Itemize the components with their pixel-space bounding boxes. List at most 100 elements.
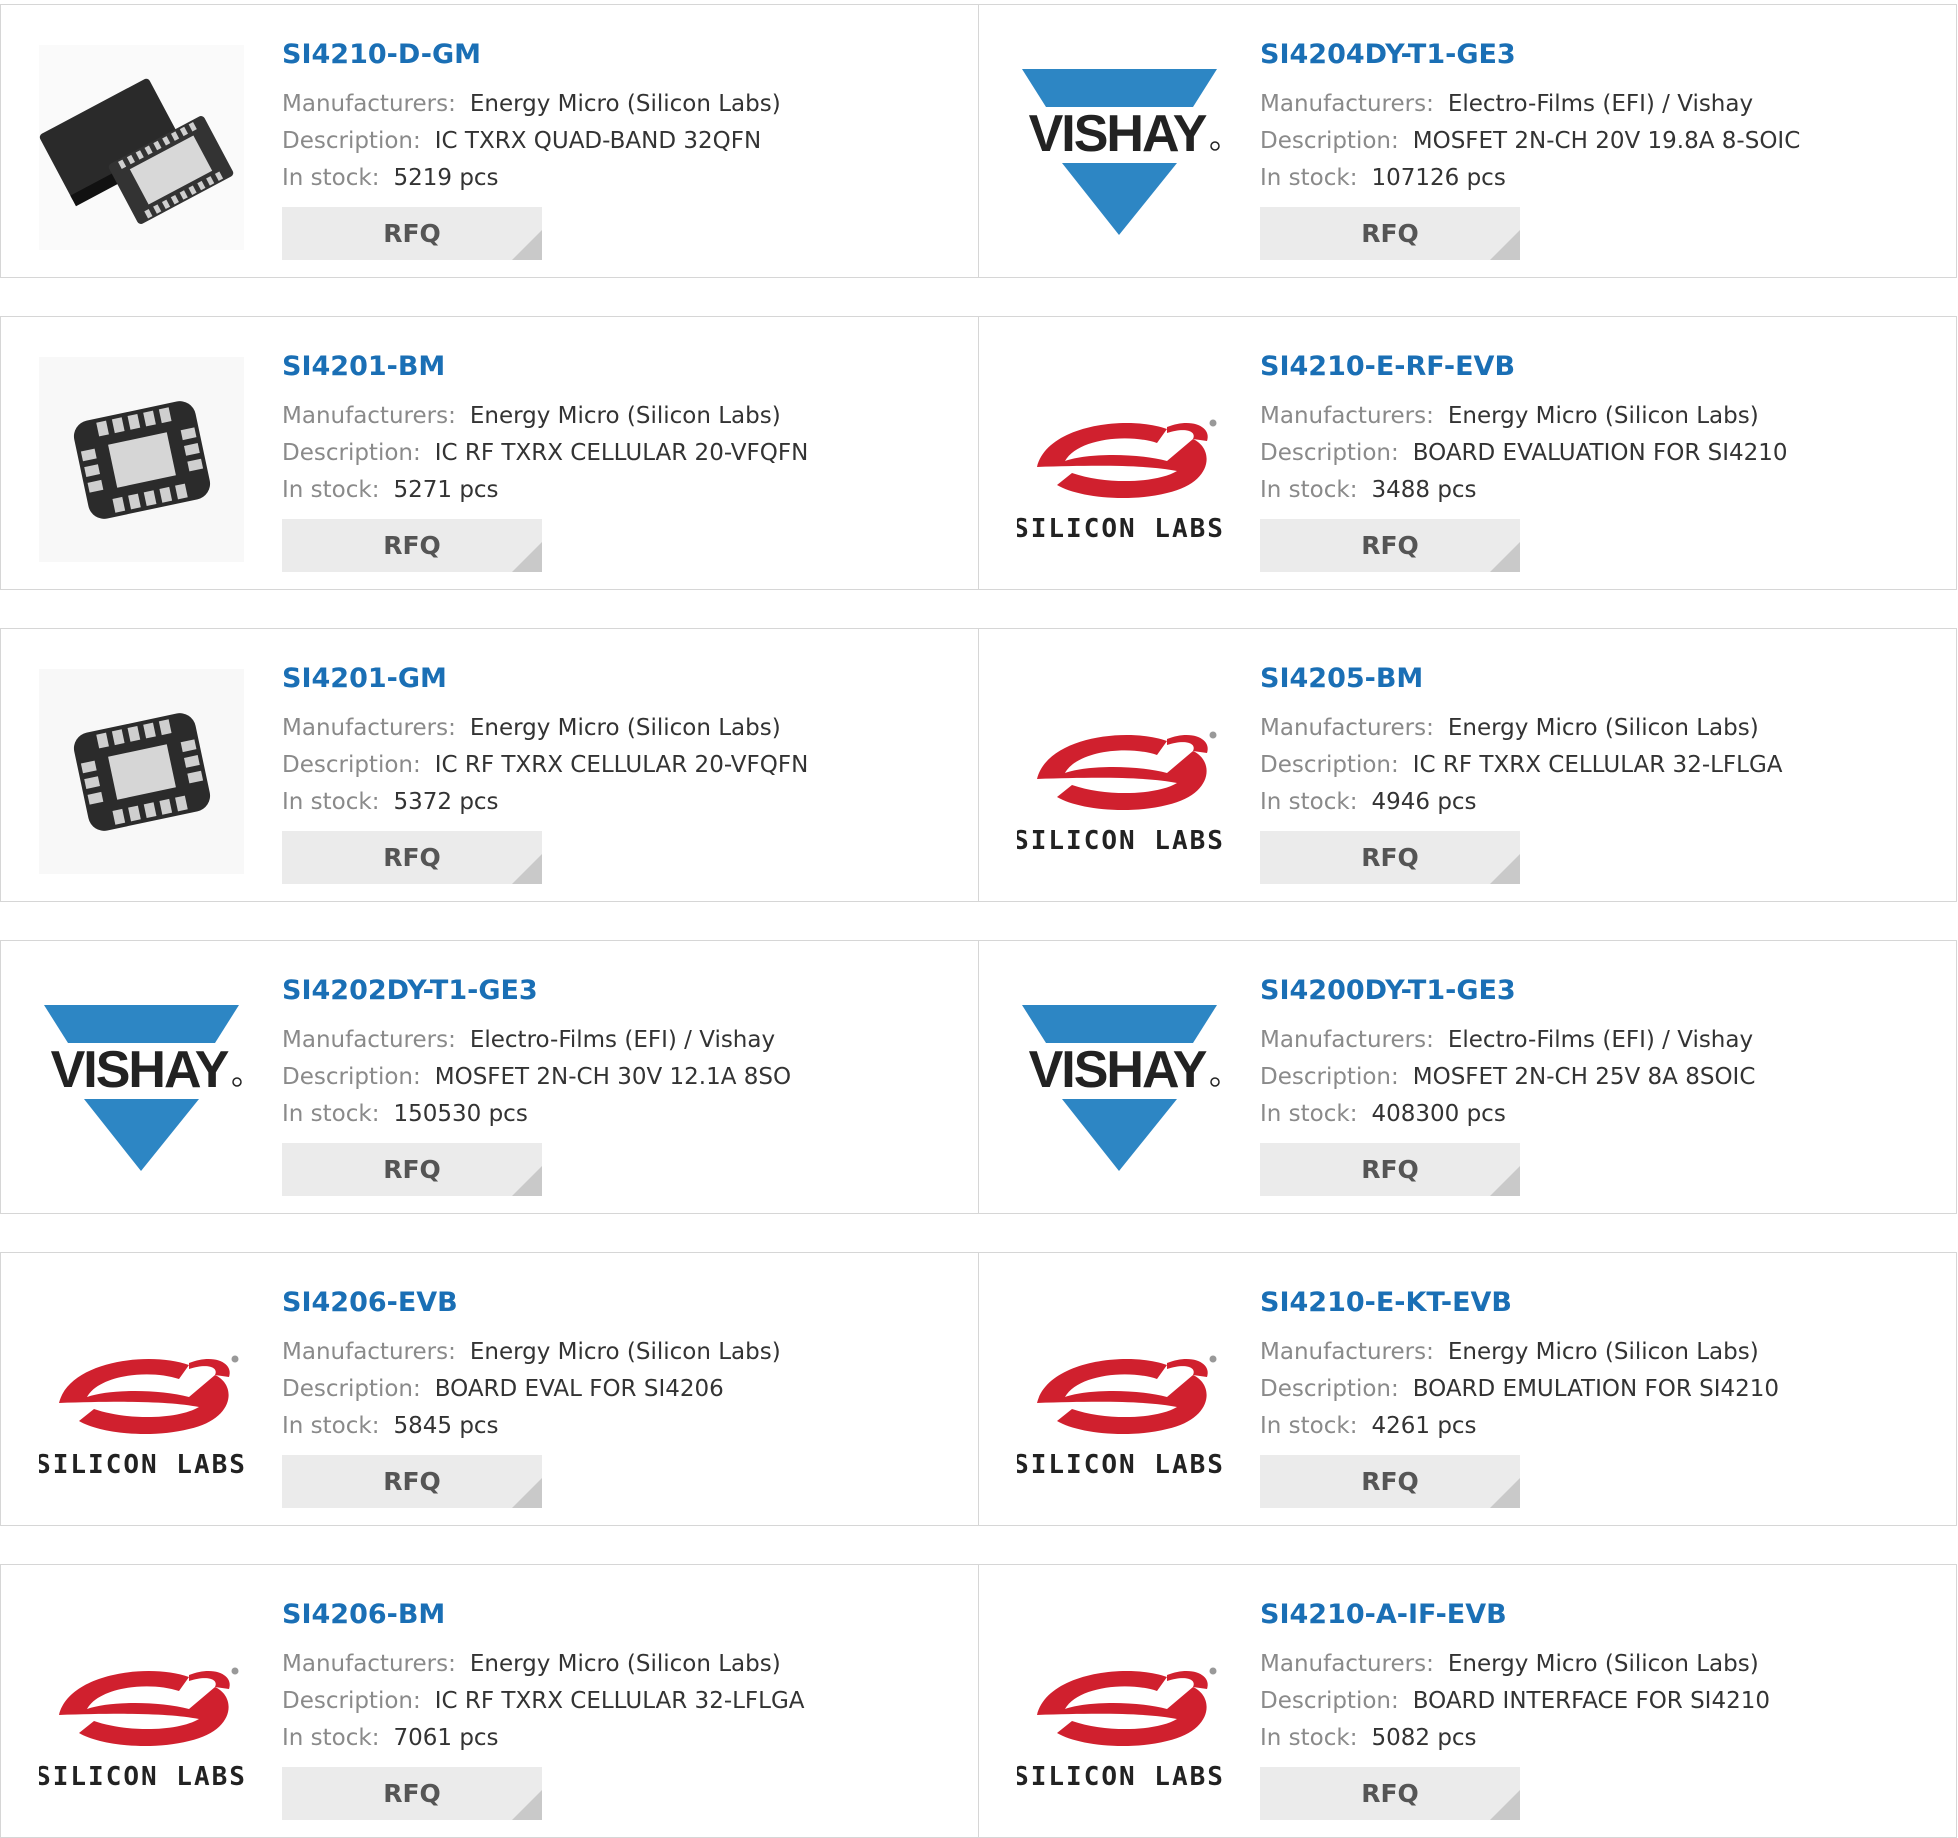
rfq-button[interactable]: RFQ (1260, 831, 1520, 884)
vishay-logo-image[interactable]: VISHAY (1017, 45, 1222, 250)
part-number-link[interactable]: SI4206-BM (282, 1599, 445, 1630)
rfq-button[interactable]: RFQ (1260, 1767, 1520, 1820)
manufacturer-label: Manufacturers: (1260, 403, 1434, 429)
corner-triangle-icon (512, 542, 542, 572)
product-card: SILICON LABS SI4205-BM Manufacturers: Energ… (978, 628, 1957, 902)
description-line: Description: IC TXRX QUAD-BAND 32QFN (282, 128, 761, 154)
description-line: Description: BOARD EVALUATION FOR SI4210 (1260, 440, 1788, 466)
vishay-logo-image[interactable]: VISHAY (1017, 981, 1222, 1186)
description-label: Description: (1260, 1064, 1399, 1090)
manufacturer-value: Energy Micro (Silicon Labs) (469, 1651, 781, 1677)
stock-label: In stock: (282, 1413, 380, 1439)
description-label: Description: (282, 752, 421, 778)
silicon-labs-logo-image[interactable]: SILICON LABS (1013, 1293, 1223, 1498)
stock-label: In stock: (1260, 1725, 1358, 1751)
rfq-button[interactable]: RFQ (282, 1143, 542, 1196)
rfq-button[interactable]: RFQ (282, 207, 542, 260)
part-number-link[interactable]: SI4201-BM (282, 351, 445, 382)
manufacturer-value: Energy Micro (Silicon Labs) (1447, 403, 1759, 429)
silicon-labs-logo-image[interactable]: SILICON LABS (1013, 669, 1223, 874)
rfq-button-label: RFQ (383, 1779, 441, 1808)
stock-label: In stock: (282, 477, 380, 503)
part-number-link[interactable]: SI4210-E-KT-EVB (1260, 1287, 1512, 1318)
product-card: VISHAY SI4204DY-T1-GE3 Manufacturers: Elect… (978, 4, 1957, 278)
manufacturer-value: Electro-Films (EFI) / Vishay (1447, 91, 1754, 117)
description-line: Description: IC RF TXRX CELLULAR 32-LFLGA (282, 1688, 805, 1714)
product-row: SI4210-D-GM Manufacturers: Energy Micro (S… (0, 4, 1958, 278)
rfq-button[interactable]: RFQ (1260, 519, 1520, 572)
stock-line: In stock: 5271 pcs (282, 477, 499, 503)
manufacturer-line: Manufacturers: Energy Micro (Silicon Labs… (282, 91, 781, 117)
corner-triangle-icon (512, 1166, 542, 1196)
stock-line: In stock: 4946 pcs (1260, 789, 1477, 815)
stock-label: In stock: (1260, 1101, 1358, 1127)
silicon-labs-logo-image[interactable]: SILICON LABS (35, 1605, 245, 1810)
rfq-button-label: RFQ (1361, 219, 1419, 248)
manufacturer-line: Manufacturers: Energy Micro (Silicon Labs… (1260, 1651, 1759, 1677)
product-card: SILICON LABS SI4206-EVB Manufacturers: Ener… (0, 1252, 979, 1526)
part-number-link[interactable]: SI4210-A-IF-EVB (1260, 1599, 1507, 1630)
rfq-button[interactable]: RFQ (282, 831, 542, 884)
stock-value: 3488 pcs (1371, 477, 1477, 503)
product-card: SI4210-D-GM Manufacturers: Energy Micro (S… (0, 4, 979, 278)
manufacturer-label: Manufacturers: (282, 91, 456, 117)
rfq-button-label: RFQ (383, 531, 441, 560)
rfq-button[interactable]: RFQ (1260, 1455, 1520, 1508)
stock-label: In stock: (1260, 1413, 1358, 1439)
stock-label: In stock: (1260, 789, 1358, 815)
manufacturer-value: Electro-Films (EFI) / Vishay (469, 1027, 776, 1053)
stock-label: In stock: (282, 165, 380, 191)
stock-value: 107126 pcs (1371, 165, 1506, 191)
part-number-link[interactable]: SI4210-E-RF-EVB (1260, 351, 1515, 382)
stock-line: In stock: 150530 pcs (282, 1101, 528, 1127)
silicon-labs-logo-text: SILICON LABS (39, 1450, 244, 1480)
silicon-labs-logo-image[interactable]: SILICON LABS (1013, 357, 1223, 562)
silicon-labs-logo-image[interactable]: SILICON LABS (1013, 1605, 1223, 1810)
manufacturer-line: Manufacturers: Energy Micro (Silicon Labs… (282, 715, 781, 741)
rfq-button-label: RFQ (383, 1467, 441, 1496)
description-value: MOSFET 2N-CH 30V 12.1A 8SO (434, 1064, 792, 1090)
rfq-button[interactable]: RFQ (1260, 207, 1520, 260)
rfq-button[interactable]: RFQ (1260, 1143, 1520, 1196)
description-label: Description: (1260, 1376, 1399, 1402)
description-value: IC RF TXRX CELLULAR 20-VFQFN (434, 440, 809, 466)
description-value: BOARD EMULATION FOR SI4210 (1412, 1376, 1780, 1402)
manufacturer-label: Manufacturers: (282, 1339, 456, 1365)
rfq-button[interactable]: RFQ (282, 1455, 542, 1508)
stock-value: 4261 pcs (1371, 1413, 1477, 1439)
description-label: Description: (1260, 128, 1399, 154)
stock-line: In stock: 5372 pcs (282, 789, 499, 815)
vishay-logo-image[interactable]: VISHAY (39, 981, 244, 1186)
chip-package-image[interactable] (39, 669, 244, 874)
silicon-labs-logo-text: SILICON LABS (1017, 1762, 1222, 1792)
silicon-labs-logo-image[interactable]: SILICON LABS (35, 1293, 245, 1498)
part-number-link[interactable]: SI4200DY-T1-GE3 (1260, 975, 1516, 1006)
stock-value: 5271 pcs (393, 477, 499, 503)
part-number-link[interactable]: SI4204DY-T1-GE3 (1260, 39, 1516, 70)
corner-triangle-icon (1490, 542, 1520, 572)
description-value: IC TXRX QUAD-BAND 32QFN (434, 128, 762, 154)
part-number-link[interactable]: SI4210-D-GM (282, 39, 481, 70)
manufacturer-line: Manufacturers: Energy Micro (Silicon Labs… (282, 403, 781, 429)
corner-triangle-icon (512, 1790, 542, 1820)
chip-package-image[interactable] (39, 357, 244, 562)
rfq-button[interactable]: RFQ (282, 519, 542, 572)
product-card: VISHAY SI4202DY-T1-GE3 Manufacturers: Elect… (0, 940, 979, 1214)
corner-triangle-icon (512, 1478, 542, 1508)
rfq-button[interactable]: RFQ (282, 1767, 542, 1820)
part-number-link[interactable]: SI4202DY-T1-GE3 (282, 975, 538, 1006)
part-number-link[interactable]: SI4206-EVB (282, 1287, 458, 1318)
stock-line: In stock: 5845 pcs (282, 1413, 499, 1439)
part-number-link[interactable]: SI4201-GM (282, 663, 447, 694)
part-number-link[interactable]: SI4205-BM (1260, 663, 1423, 694)
manufacturer-label: Manufacturers: (1260, 1651, 1434, 1677)
stock-value: 150530 pcs (393, 1101, 528, 1127)
stock-value: 4946 pcs (1371, 789, 1477, 815)
corner-triangle-icon (512, 854, 542, 884)
chip-package-image[interactable] (39, 45, 244, 250)
rfq-button-label: RFQ (383, 219, 441, 248)
stock-value: 5219 pcs (393, 165, 499, 191)
product-card: SILICON LABS SI4210-E-KT-EVB Manufacturers… (978, 1252, 1957, 1526)
manufacturer-line: Manufacturers: Energy Micro (Silicon Labs… (1260, 1339, 1759, 1365)
description-line: Description: BOARD EMULATION FOR SI4210 (1260, 1376, 1779, 1402)
